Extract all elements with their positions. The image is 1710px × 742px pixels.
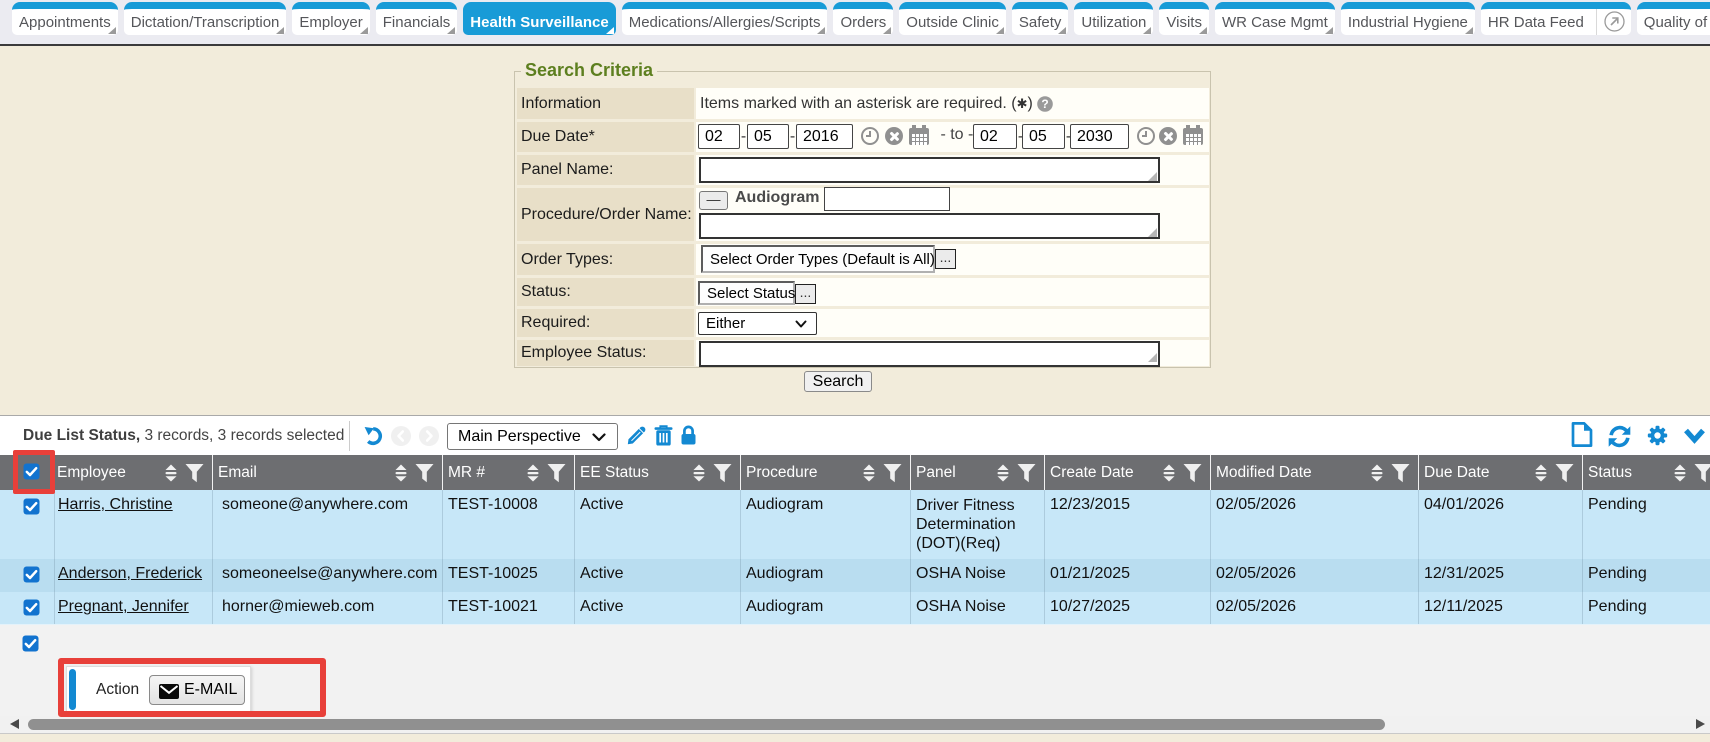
svg-text:?: ?	[1042, 97, 1049, 111]
